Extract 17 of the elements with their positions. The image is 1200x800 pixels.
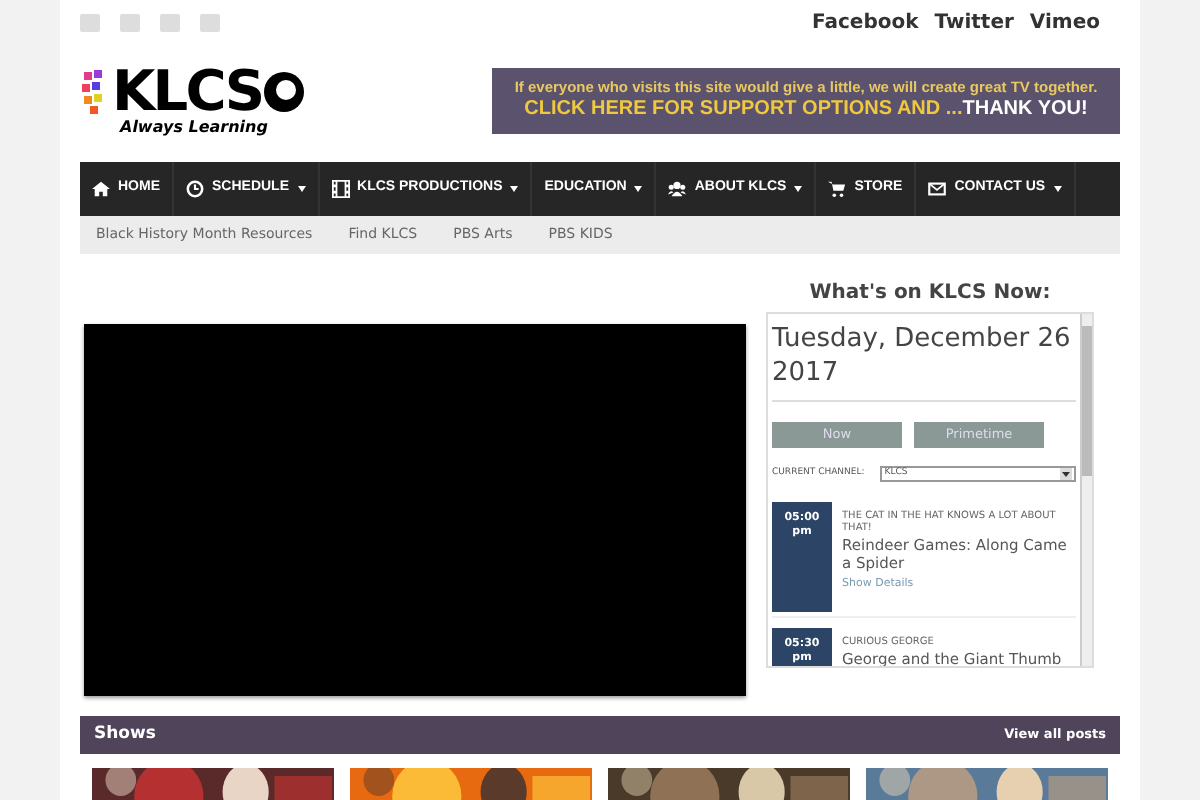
schedule-title: What's on KLCS Now:	[807, 280, 1053, 308]
logo-text: KLCS	[112, 64, 263, 121]
social-link[interactable]: Facebook	[811, 7, 919, 38]
schedule-date: Tuesday, December 26 2017	[772, 322, 1076, 402]
dropdown-arrow-icon	[1060, 468, 1072, 480]
social-link[interactable]: Twitter	[934, 7, 1014, 38]
users-icon	[668, 180, 687, 198]
envelope-icon	[928, 180, 947, 198]
film-icon	[331, 180, 350, 198]
logo-tagline: Always Learning	[120, 120, 268, 137]
shows-title: Shows	[94, 722, 156, 748]
video-player[interactable]	[84, 324, 746, 696]
scrollbar[interactable]	[1080, 314, 1092, 666]
clock-icon	[186, 180, 204, 198]
social-link[interactable]: Vimeo	[1029, 7, 1100, 38]
home-icon	[92, 180, 110, 198]
cart-icon	[828, 180, 847, 198]
